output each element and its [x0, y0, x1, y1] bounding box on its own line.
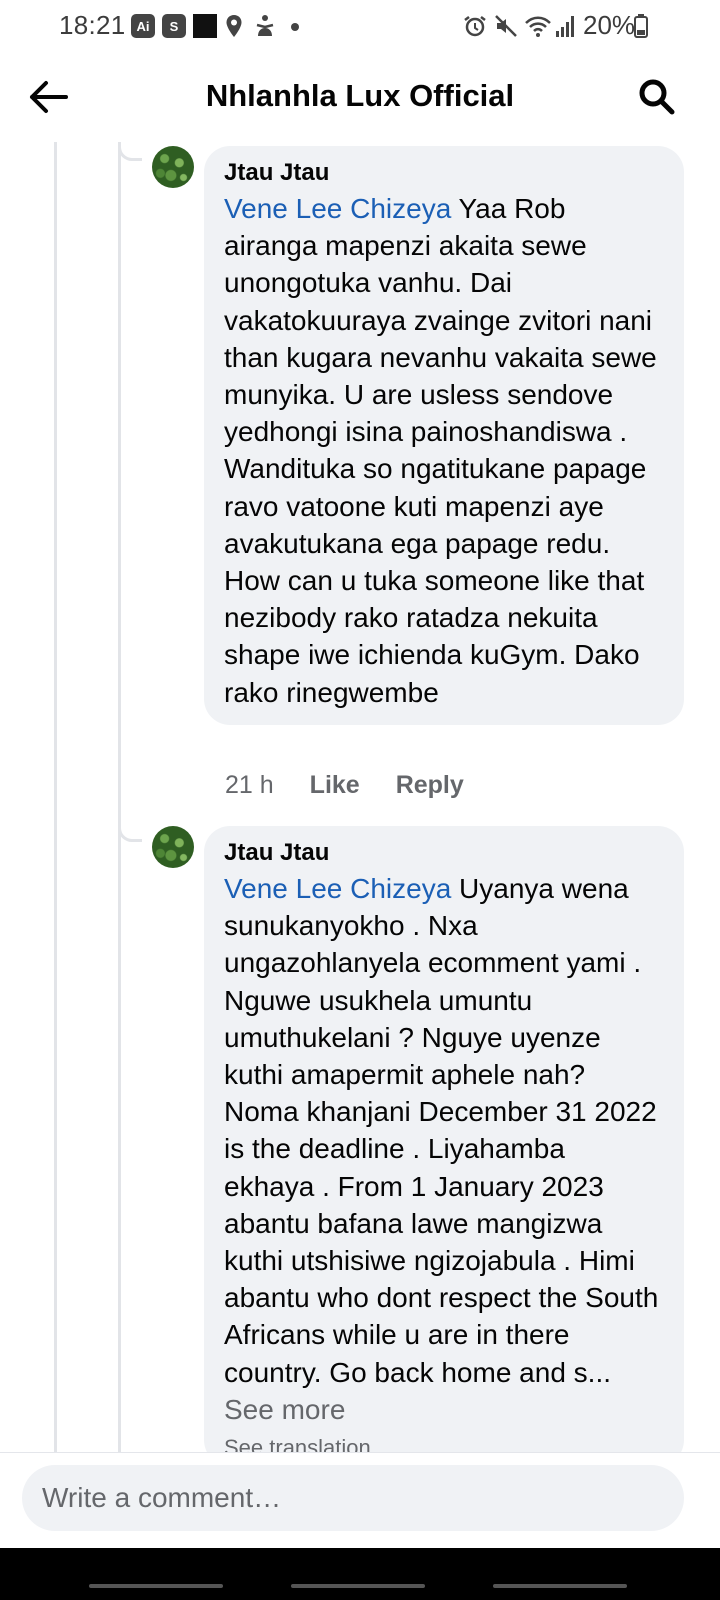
navigation-bar	[0, 1548, 720, 1600]
mention-link[interactable]: Vene Lee Chizeya	[224, 873, 451, 904]
location-icon	[225, 14, 243, 38]
avatar[interactable]	[152, 826, 194, 868]
comment-body: Uyanya wena sunukanyokho . Nxa ungazohla…	[224, 873, 659, 1388]
comment-input[interactable]	[22, 1465, 684, 1531]
thread-line-inner	[118, 142, 121, 1452]
app-bar: Nhlanhla Lux Official	[0, 54, 720, 140]
nav-back-handle[interactable]	[493, 1584, 627, 1588]
comment-author[interactable]: Jtau Jtau	[224, 838, 662, 868]
alarm-icon	[463, 14, 487, 38]
avatar[interactable]	[152, 146, 194, 188]
comment-composer	[0, 1452, 720, 1548]
search-icon	[639, 79, 675, 115]
mention-link[interactable]: Vene Lee Chizeya	[224, 193, 451, 224]
comment-actions: 21 h Like Reply	[225, 768, 500, 802]
status-bar: 18:21 Ai S 20%	[0, 0, 720, 54]
like-button[interactable]: Like	[310, 771, 360, 800]
comment-bubble[interactable]: Jtau Jtau Vene Lee Chizeya Uyanya wena s…	[204, 826, 684, 1466]
wifi-icon	[524, 14, 552, 38]
comment-author[interactable]: Jtau Jtau	[224, 158, 662, 188]
battery-percent: 20%	[583, 10, 636, 40]
thread-line-outer	[54, 142, 57, 1452]
page-title: Nhlanhla Lux Official	[205, 78, 515, 113]
accessibility-icon	[254, 14, 276, 38]
thread-connector	[118, 143, 142, 161]
reply-button[interactable]: Reply	[396, 771, 464, 800]
s-app-icon: S	[162, 14, 186, 38]
comment-text: Vene Lee Chizeya Yaa Rob airanga mapenzi…	[224, 190, 662, 711]
more-notifications-icon	[291, 23, 299, 31]
mute-icon	[494, 14, 518, 38]
comment-bubble[interactable]: Jtau Jtau Vene Lee Chizeya Yaa Rob airan…	[204, 146, 684, 725]
see-more-link[interactable]: See more	[224, 1394, 345, 1425]
app-thumbnail-icon	[193, 14, 217, 38]
ai-app-icon: Ai	[131, 14, 155, 38]
signal-icon	[555, 14, 577, 38]
status-time: 18:21	[59, 10, 126, 40]
comment-body: Yaa Rob airanga mapenzi akaita sewe unon…	[224, 193, 657, 708]
comment-timestamp[interactable]: 21 h	[225, 771, 274, 800]
comment-text: Vene Lee Chizeya Uyanya wena sunukanyokh…	[224, 870, 662, 1428]
search-button[interactable]	[632, 72, 682, 122]
nav-recents-handle[interactable]	[89, 1584, 223, 1588]
nav-home-handle[interactable]	[291, 1584, 425, 1588]
battery-icon	[634, 14, 648, 38]
thread-connector	[118, 824, 142, 842]
screen: 18:21 Ai S 20% Nhlanhla Lux Official Jta…	[0, 0, 720, 1600]
